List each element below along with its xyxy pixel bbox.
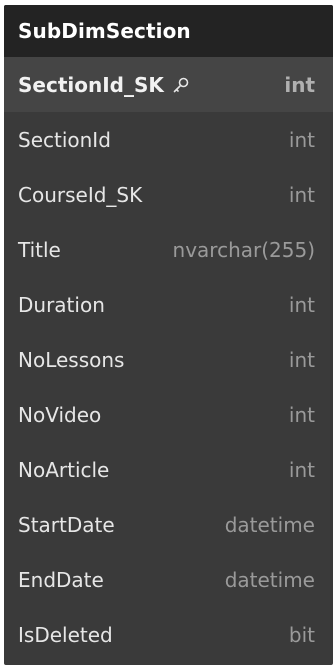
column-row-courseid-sk[interactable]: CourseId_SK int	[4, 167, 333, 222]
column-name: CourseId_SK	[18, 182, 143, 207]
column-row-nolessons[interactable]: NoLessons int	[4, 332, 333, 387]
column-type: int	[288, 457, 315, 482]
column-type: bit	[288, 622, 315, 647]
column-name: SectionId	[18, 127, 111, 152]
column-name: Title	[18, 237, 61, 262]
column-name-cell: SectionId_SK	[18, 73, 190, 97]
column-type: nvarchar(255)	[172, 237, 315, 262]
column-type: int	[288, 402, 315, 427]
column-row-noarticle[interactable]: NoArticle int	[4, 442, 333, 497]
column-name: IsDeleted	[18, 622, 113, 647]
column-name: StartDate	[18, 512, 115, 537]
column-type: int	[288, 292, 315, 317]
column-name: Duration	[18, 292, 105, 317]
column-type: int	[284, 72, 315, 97]
column-name: SectionId_SK	[18, 72, 164, 97]
table-header[interactable]: SubDimSection	[4, 5, 333, 57]
column-list: SectionId_SK int SectionId int CourseId_…	[4, 57, 333, 662]
column-row-startdate[interactable]: StartDate datetime	[4, 497, 333, 552]
table-name: SubDimSection	[18, 19, 191, 43]
column-row-enddate[interactable]: EndDate datetime	[4, 552, 333, 607]
column-row-sectionid-sk[interactable]: SectionId_SK int	[4, 57, 333, 112]
table-card[interactable]: SubDimSection SectionId_SK int SectionId…	[4, 5, 333, 665]
column-row-novideo[interactable]: NoVideo int	[4, 387, 333, 442]
column-type: int	[288, 347, 315, 372]
column-row-title[interactable]: Title nvarchar(255)	[4, 222, 333, 277]
column-type: int	[288, 127, 315, 152]
column-type: int	[288, 182, 315, 207]
column-name: NoLessons	[18, 347, 125, 372]
key-icon	[172, 76, 190, 94]
column-name: EndDate	[18, 567, 104, 592]
column-row-duration[interactable]: Duration int	[4, 277, 333, 332]
column-type: datetime	[224, 512, 315, 537]
column-row-isdeleted[interactable]: IsDeleted bit	[4, 607, 333, 662]
column-name: NoVideo	[18, 402, 102, 427]
column-name: NoArticle	[18, 457, 110, 482]
column-row-sectionid[interactable]: SectionId int	[4, 112, 333, 167]
column-type: datetime	[224, 567, 315, 592]
